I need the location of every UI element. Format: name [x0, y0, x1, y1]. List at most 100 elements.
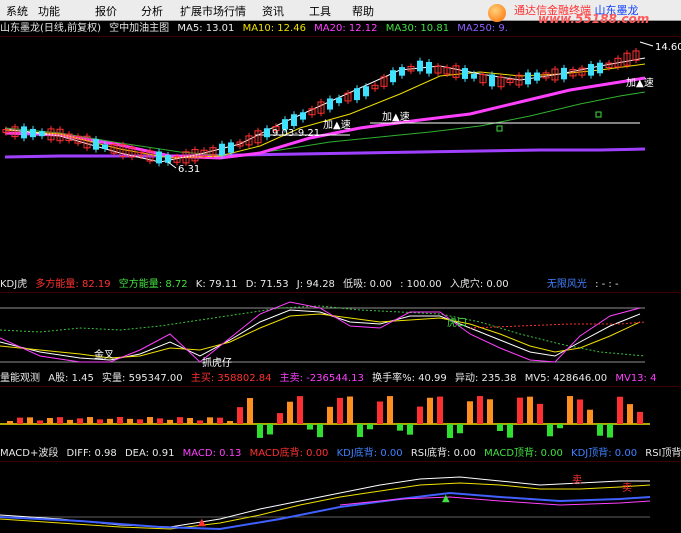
candle: [102, 144, 108, 149]
macd-band-blue: [0, 491, 651, 531]
kdj-dotted-line: [0, 305, 646, 357]
candle: [525, 72, 531, 85]
volume-bar: [87, 417, 93, 424]
volume-bar: [537, 403, 543, 424]
volume-bar: [297, 396, 303, 424]
accelerate-label-3: 加▲速: [626, 77, 654, 89]
high-price-label: 14.60: [655, 42, 681, 53]
range-label: 9.03-9.21: [272, 128, 320, 139]
kdj-tiger-label: 虎口: [447, 317, 467, 329]
volume-bar: [587, 409, 593, 424]
volume-indicator-name[interactable]: 量能观测: [0, 373, 40, 384]
menu-help[interactable]: 帮助: [352, 3, 374, 19]
candle: [489, 74, 495, 87]
volume-bar: [27, 417, 33, 424]
macd-band-white: [0, 476, 650, 528]
kdj-d-value: D: 71.53: [245, 279, 289, 290]
kdj-low-buy: 低吸: 0.00: [343, 279, 392, 290]
main-indicator-name[interactable]: 空中加油主图: [109, 23, 169, 34]
volume-bar: [317, 424, 323, 438]
macd-chart[interactable]: 卖 卖 ▲ ▲: [0, 461, 681, 533]
volume-bar: [277, 413, 283, 424]
macd-indicator-name[interactable]: MACD+波段: [0, 448, 58, 459]
menu-news[interactable]: 资讯: [262, 3, 284, 19]
volume-bar: [577, 399, 583, 424]
ma20-value: MA20: 12.12: [314, 23, 378, 34]
macd-top-div: MACD顶背: 0.00: [484, 448, 563, 459]
candle: [300, 112, 306, 120]
menu-analysis[interactable]: 分析: [141, 3, 163, 19]
volume-bar: [637, 411, 643, 424]
kdj-j-value: J: 94.28: [296, 279, 335, 290]
volume-chart[interactable]: [0, 386, 681, 446]
ma20-line: [4, 76, 646, 160]
volume-bar: [57, 417, 63, 424]
candle: [534, 72, 540, 81]
accelerate-label-2: 加▲速: [382, 111, 410, 123]
menu-quotes[interactable]: 报价: [95, 3, 117, 19]
volume-bar: [377, 401, 383, 424]
candle: [363, 86, 369, 97]
volume-bar: [527, 396, 533, 424]
volume-actual: 实量: 595347.00: [102, 373, 183, 384]
stock-terminal-window: 系统 功能 报价 分析 扩展市场行情 资讯 工具 帮助 通达信金融终端 山东墨龙…: [0, 0, 681, 533]
menu-system[interactable]: 系统: [6, 3, 28, 19]
candle: [399, 67, 405, 76]
menu-functions[interactable]: 功能: [38, 3, 60, 19]
kdj-catch-label: 抓虎仔: [202, 356, 232, 369]
volume-bar: [357, 424, 363, 438]
ma30-value: MA30: 10.81: [385, 23, 450, 34]
volume-bar: [457, 424, 463, 434]
kdj-cross-label: 金叉: [94, 348, 114, 361]
volume-bar: [107, 418, 113, 424]
volume-bar: [567, 396, 573, 424]
kdj-bear-energy: 空方能量: 8.72: [118, 279, 188, 290]
price-chart[interactable]: 14.60 6.31 9.03-9.21 加▲速 加▲速 加▲速: [0, 36, 681, 276]
accelerate-label-1: 加▲速: [323, 119, 351, 131]
stock-title: 山东墨龙(日线,前复权): [0, 23, 101, 34]
volume-bar: [447, 424, 453, 438]
rsi-top-div: RSI顶背: [645, 448, 681, 459]
sell-mark-2: 卖: [622, 482, 632, 494]
kdj-bull-energy: 多方能量: 82.19: [35, 279, 111, 290]
ma250-value: MA250: 9.: [457, 23, 508, 34]
kdj-extra: : - : -: [595, 279, 619, 290]
volume-bar: [97, 419, 103, 424]
kdj-panel-header: KDJ虎 多方能量: 82.19 空方能量: 8.72 K: 79.11 D: …: [0, 278, 624, 292]
candle: [471, 73, 477, 79]
buy-arrow-icon: ▲: [442, 493, 450, 504]
candle: [417, 60, 423, 72]
volume-bar: [127, 418, 133, 424]
menu-extended-market[interactable]: 扩展市场行情: [180, 3, 246, 19]
watermark-url: www.55188.com: [538, 12, 650, 26]
candle: [426, 61, 432, 74]
volume-bar: [307, 424, 313, 430]
kdj-indicator-name[interactable]: KDJ虎: [0, 279, 27, 290]
volume-bar: [517, 397, 523, 424]
candle: [30, 128, 36, 138]
kdj-chart[interactable]: 虎口 抓虎仔 金叉: [0, 292, 681, 370]
kdj-bottom-div: KDJ底背: 0.00: [336, 448, 403, 459]
volume-bar: [287, 401, 293, 424]
menu-tools[interactable]: 工具: [309, 3, 331, 19]
volume-bar: [467, 401, 473, 424]
macd-dea: DEA: 0.91: [124, 448, 175, 459]
volume-bar: [597, 424, 603, 436]
volume-bar: [147, 417, 153, 424]
volume-bar: [47, 417, 53, 424]
volume-bar: [427, 397, 433, 424]
candle: [390, 70, 396, 83]
volume-bar: [17, 417, 23, 424]
candle: [327, 98, 333, 110]
red-arrow-icon: ▲: [198, 517, 206, 528]
candle: [228, 142, 234, 153]
macd-panel-header: MACD+波段 DIFF: 0.98 DEA: 0.91 MACD: 0.13 …: [0, 447, 681, 461]
volume-bar: [547, 424, 553, 437]
candle: [264, 128, 270, 138]
volume-bar: [417, 406, 423, 424]
volume-bar: [37, 420, 43, 424]
volume-bar: [437, 396, 443, 424]
candle: [39, 131, 45, 137]
volume-bar: [367, 424, 373, 430]
volume-main-sell: 主卖: -236544.13: [279, 373, 364, 384]
